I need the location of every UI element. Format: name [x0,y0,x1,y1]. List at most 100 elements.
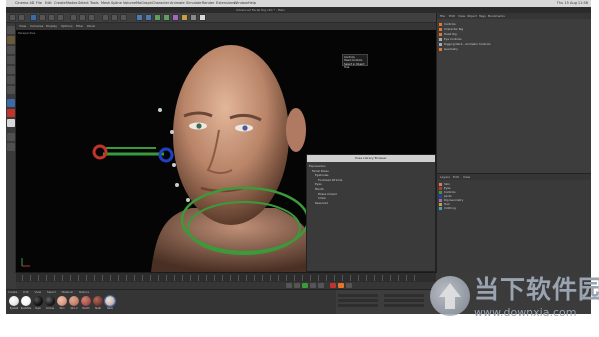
position-z-field[interactable] [338,304,378,307]
size-z-field[interactable] [384,304,424,307]
menu-item[interactable]: Cinema 4D [15,0,34,7]
menu-item[interactable]: Simulate [186,0,201,7]
om-menu-item[interactable]: Edit [449,13,455,19]
position-y-field[interactable] [338,299,378,302]
menu-item[interactable]: Animate [170,0,185,7]
model-mode-button[interactable] [7,36,15,44]
axis-x-button[interactable] [70,14,77,21]
render-picture-viewer-button[interactable] [111,14,118,21]
go-to-end-button[interactable] [318,283,324,288]
snap-button[interactable] [7,119,15,127]
size-x-field[interactable] [384,294,424,297]
menu-item[interactable]: Help [248,0,256,7]
object-row[interactable]: Eye Controls [439,37,589,41]
om-menu-item[interactable]: View [458,13,465,19]
locked-workplane-button[interactable] [7,143,15,151]
layers-menu-item[interactable]: View [463,174,470,180]
material-swatch[interactable] [57,296,67,306]
material-swatch[interactable] [33,296,43,306]
pose-item[interactable]: Reserved [309,201,342,206]
workplane-mode-button[interactable] [7,56,15,64]
object-row[interactable]: Rigging Neck - Animator Controls [439,42,589,46]
points-mode-button[interactable] [7,66,15,74]
timeline-ruler[interactable] [22,275,422,281]
record-button[interactable] [330,283,336,288]
menu-item[interactable]: Spline [111,0,122,7]
material-menu-item[interactable]: Material [62,290,73,294]
next-frame-button[interactable] [310,283,316,288]
render-settings-button[interactable] [120,14,127,21]
redo-button[interactable] [18,14,25,21]
viewport-menu-item[interactable]: Filter [76,23,83,30]
workplane-button[interactable] [7,133,15,141]
array-button[interactable] [163,14,170,21]
previous-frame-button[interactable] [294,283,300,288]
material-swatch[interactable] [93,296,103,306]
menu-item[interactable]: Tools [90,0,99,7]
floor-button[interactable] [181,14,188,21]
material-menu-item[interactable]: View [35,290,42,294]
deformer-button[interactable] [172,14,179,21]
make-editable-button[interactable] [7,26,15,34]
polygons-mode-button[interactable] [7,86,15,94]
keyframe-selection-button[interactable] [346,283,352,288]
object-row[interactable]: Geometry [439,47,589,51]
material-menu-item[interactable]: Select [47,290,56,294]
tweak-mode-button[interactable] [7,109,15,117]
axis-y-button[interactable] [79,14,86,21]
material-menu-item[interactable]: Texture [79,290,89,294]
om-menu-item[interactable]: Tags [479,13,486,19]
om-menu-item[interactable]: Object [467,13,477,19]
move-tool-button[interactable] [39,14,46,21]
menu-item[interactable]: File [36,0,42,7]
menu-item[interactable]: Mesh [101,0,110,7]
camera-button[interactable] [190,14,197,21]
viewport-menu-item[interactable]: Options [61,23,73,30]
object-row[interactable]: Head Rig [439,32,589,36]
go-to-start-button[interactable] [286,283,292,288]
position-x-field[interactable] [338,294,378,297]
texture-mode-button[interactable] [7,46,15,54]
menu-item[interactable]: Create [54,0,66,7]
menu-item[interactable]: MoGraph [136,0,152,7]
menu-item[interactable]: Modes [66,0,77,7]
pen-button[interactable] [145,14,152,21]
light-button[interactable] [199,14,206,21]
viewport-menu-item[interactable]: Panel [87,23,95,30]
size-y-field[interactable] [384,299,424,302]
scale-tool-button[interactable] [48,14,55,21]
material-swatch[interactable] [45,296,55,306]
viewport-menu-item[interactable]: Cameras [30,23,43,30]
menu-item[interactable]: Volume [123,0,136,7]
axis-z-button[interactable] [88,14,95,21]
rotate-tool-button[interactable] [57,14,64,21]
menu-item[interactable]: Window [234,0,248,7]
layers-menu-item[interactable]: Edit [453,174,459,180]
object-row[interactable]: Controls [439,22,589,26]
object-row[interactable]: Character Rig [439,27,589,31]
menu-item[interactable]: Character [152,0,169,7]
undo-button[interactable] [9,14,16,21]
menu-item[interactable]: Extensions [216,0,235,7]
viewport-menu-item[interactable]: View [19,23,26,30]
layer-row[interactable]: Clothing [439,206,589,210]
material-swatch[interactable] [21,296,31,306]
om-menu-item[interactable]: File [440,13,445,19]
material-swatch[interactable] [69,296,79,306]
live-select-button[interactable] [30,14,37,21]
layers-menu-item[interactable]: Layers [440,174,450,180]
cube-button[interactable] [136,14,143,21]
menu-item[interactable]: Render [202,0,214,7]
autokey-button[interactable] [338,283,344,288]
viewport[interactable]: Perspective Controls Head Controls Selec… [16,30,436,272]
material-swatch[interactable] [104,295,116,307]
material-swatch[interactable] [81,296,91,306]
enable-axis-button[interactable] [7,99,15,107]
render-view-button[interactable] [102,14,109,21]
subdivision-button[interactable] [154,14,161,21]
viewport-menu-item[interactable]: Display [46,23,57,30]
edges-mode-button[interactable] [7,76,15,84]
om-menu-item[interactable]: Bookmarks [488,13,505,19]
menu-item[interactable]: Select [78,0,89,7]
material-menu-item[interactable]: Edit [23,290,28,294]
